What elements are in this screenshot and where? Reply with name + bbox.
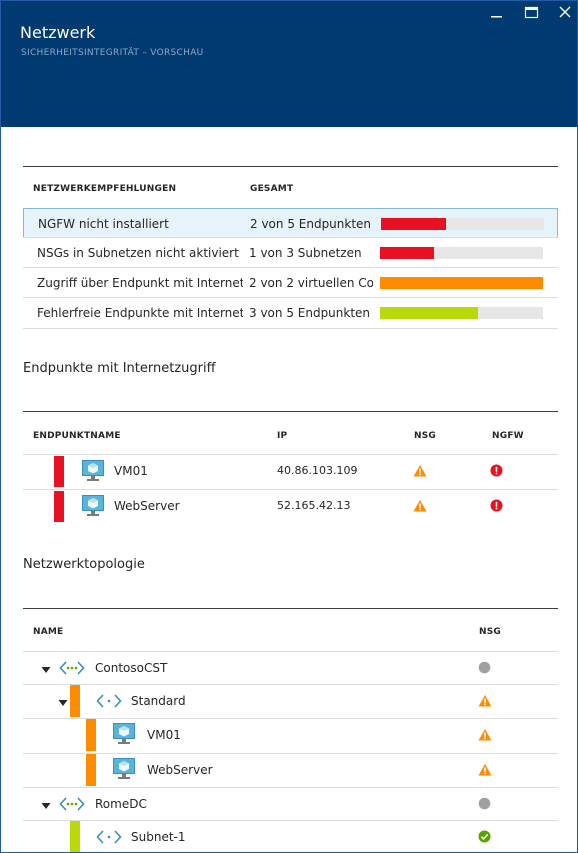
error-icon <box>490 499 503 515</box>
topology-status-bar <box>86 754 96 786</box>
topology-top-rule <box>23 608 558 609</box>
topology-item-name: WebServer <box>147 763 213 777</box>
minimize-icon[interactable] <box>487 5 507 21</box>
recommendation-name: Zugriff über Endpunkt mit Internetz... <box>37 276 243 290</box>
warning-icon <box>478 694 492 710</box>
recommendation-row[interactable]: NGFW nicht installiert 2 von 5 Endpunkten <box>23 208 558 238</box>
expand-caret-icon[interactable] <box>58 696 68 706</box>
col-header-nsg: NSG <box>414 431 437 441</box>
endpoint-ip: 52.165.42.13 <box>277 499 351 512</box>
topology-row[interactable]: WebServer <box>23 753 558 787</box>
blade-title: Netzwerk <box>20 23 96 42</box>
recommendation-total: 2 von 5 Endpunkten <box>250 217 372 231</box>
endpoints-top-rule <box>23 411 558 412</box>
endpoint-name: VM01 <box>114 464 148 478</box>
col-header-ngfw: NGFW <box>492 431 524 441</box>
recommendation-row[interactable]: Fehlerfreie Endpunkte mit Internetz... 3 … <box>23 298 558 328</box>
error-icon <box>490 464 503 480</box>
close-icon[interactable] <box>556 5 576 21</box>
network-blade: Netzwerk SICHERHEITSINTEGRITÄT – VORSCHA… <box>0 0 578 853</box>
row-divider <box>23 237 558 238</box>
progress-bar-fill <box>380 247 434 259</box>
col-header-total: GESAMT <box>250 184 294 194</box>
endpoints-section-title: Endpunkte mit Internetzugriff <box>23 361 216 376</box>
gray-circle-icon <box>478 661 491 677</box>
subnet-icon <box>96 829 122 848</box>
endpoint-row[interactable]: VM01 40.86.103.109 <box>23 454 558 489</box>
recommendation-row[interactable]: Zugriff über Endpunkt mit Internetz... 2 … <box>23 268 558 298</box>
progress-bar-fill <box>380 307 478 319</box>
topology-row[interactable]: Subnet-1 <box>23 820 558 852</box>
gray-circle-icon <box>478 797 491 813</box>
topology-status-bar <box>86 719 96 751</box>
col-header-endpoint-name: ENDPUNKTNAME <box>33 431 121 441</box>
topology-status-bar <box>70 821 80 852</box>
recommendation-progress-bar <box>380 277 543 289</box>
col-header-ip: IP <box>277 431 288 441</box>
topology-status-bar <box>70 685 80 717</box>
subnet-icon <box>96 693 122 712</box>
topology-row[interactable]: VM01 <box>23 718 558 752</box>
table-top-rule <box>23 166 558 167</box>
virtual-network-icon <box>59 660 85 679</box>
topology-row[interactable]: Standard <box>23 684 558 718</box>
col-header-recommendations: NETZWERKEMPFEHLUNGEN <box>33 184 177 194</box>
virtual-machine-icon <box>112 757 136 784</box>
col-header-topology-name: NAME <box>33 627 64 637</box>
recommendation-name: Fehlerfreie Endpunkte mit Internetz... <box>37 306 243 320</box>
recommendation-total: 3 von 5 Endpunkten <box>249 306 371 320</box>
virtual-network-icon <box>59 796 85 815</box>
progress-bar-fill <box>380 277 543 289</box>
endpoint-status-bar <box>54 456 64 487</box>
recommendation-name: NGFW nicht installiert <box>38 217 169 231</box>
topology-row[interactable]: RomeDC <box>23 787 558 821</box>
endpoint-row[interactable]: WebServer 52.165.42.13 <box>23 489 558 524</box>
progress-bar-fill <box>381 218 446 230</box>
virtual-machine-icon <box>81 459 105 486</box>
topology-item-name: Standard <box>131 694 186 708</box>
recommendation-progress-bar <box>381 218 544 230</box>
topology-item-name: ContosoCST <box>95 661 168 675</box>
endpoint-name: WebServer <box>114 499 180 513</box>
topology-section-title: Netzwerktopologie <box>23 557 145 572</box>
endpoint-ip: 40.86.103.109 <box>277 464 358 477</box>
endpoint-status-bar <box>54 491 64 522</box>
blade-header: Netzwerk SICHERHEITSINTEGRITÄT – VORSCHA… <box>1 1 577 127</box>
warning-icon <box>413 464 427 480</box>
check-icon <box>478 830 491 846</box>
virtual-machine-icon <box>81 494 105 521</box>
virtual-machine-icon <box>112 722 136 749</box>
maximize-icon[interactable] <box>522 5 542 21</box>
topology-item-name: VM01 <box>147 728 181 742</box>
topology-item-name: Subnet-1 <box>131 830 186 844</box>
warning-icon <box>478 763 492 779</box>
row-divider <box>23 297 558 298</box>
topology-item-name: RomeDC <box>95 797 147 811</box>
expand-caret-icon[interactable] <box>41 799 51 809</box>
warning-icon <box>478 728 492 744</box>
recommendation-total: 1 von 3 Subnetzen <box>249 246 362 260</box>
recommendation-total: 2 von 2 virtuellen Co... <box>249 276 373 290</box>
row-divider <box>23 267 558 268</box>
recommendation-progress-bar <box>380 307 543 319</box>
col-header-topology-nsg: NSG <box>479 627 502 637</box>
warning-icon <box>413 499 427 515</box>
row-divider <box>23 328 558 329</box>
recommendation-progress-bar <box>380 247 543 259</box>
blade-subtitle: SICHERHEITSINTEGRITÄT – VORSCHAU <box>21 48 204 58</box>
recommendation-name: NSGs in Subnetzen nicht aktiviert <box>37 246 239 260</box>
expand-caret-icon[interactable] <box>41 663 51 673</box>
recommendation-row[interactable]: NSGs in Subnetzen nicht aktiviert 1 von 3… <box>23 238 558 268</box>
topology-row[interactable]: ContosoCST <box>23 651 558 685</box>
